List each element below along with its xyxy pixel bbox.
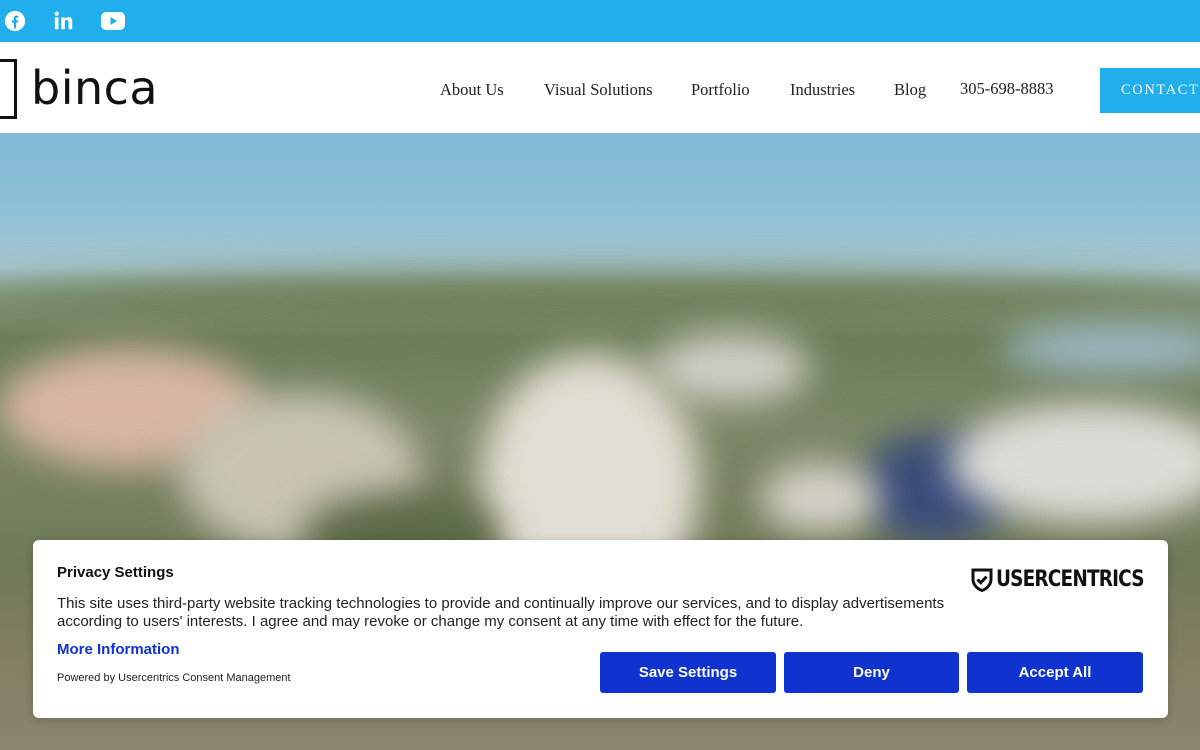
linkedin-icon[interactable] (51, 8, 77, 34)
phone-number[interactable]: 305-698-8883 (960, 79, 1054, 99)
social-bar (0, 0, 1200, 42)
logo-text[interactable]: binca (31, 60, 158, 116)
nav-visual-solutions[interactable]: Visual Solutions (544, 80, 653, 100)
accept-all-button[interactable]: Accept All (967, 652, 1143, 693)
dialog-body: This site uses third-party website track… (57, 595, 945, 630)
usercentrics-logo: USERCENTRICS (971, 567, 1172, 593)
logo-mark[interactable] (0, 59, 17, 119)
facebook-icon[interactable] (2, 8, 28, 34)
usercentrics-shield-icon (971, 568, 993, 592)
nav-blog[interactable]: Blog (894, 80, 926, 100)
nav-about-us[interactable]: About Us (440, 80, 504, 100)
more-information-link[interactable]: More Information (57, 641, 180, 659)
site-header: binca About Us Visual Solutions Portfoli… (0, 42, 1200, 133)
nav-industries[interactable]: Industries (790, 80, 855, 100)
save-settings-button[interactable]: Save Settings (600, 652, 776, 693)
youtube-icon[interactable] (100, 8, 126, 34)
contact-button[interactable]: CONTACT (1100, 68, 1200, 113)
powered-by-text: Powered by Usercentrics Consent Manageme… (57, 672, 291, 684)
deny-button[interactable]: Deny (784, 652, 959, 693)
privacy-settings-dialog: Privacy Settings This site uses third-pa… (33, 540, 1168, 718)
nav-portfolio[interactable]: Portfolio (691, 80, 750, 100)
usercentrics-wordmark: USERCENTRICS (996, 567, 1145, 592)
dialog-title: Privacy Settings (57, 564, 174, 581)
